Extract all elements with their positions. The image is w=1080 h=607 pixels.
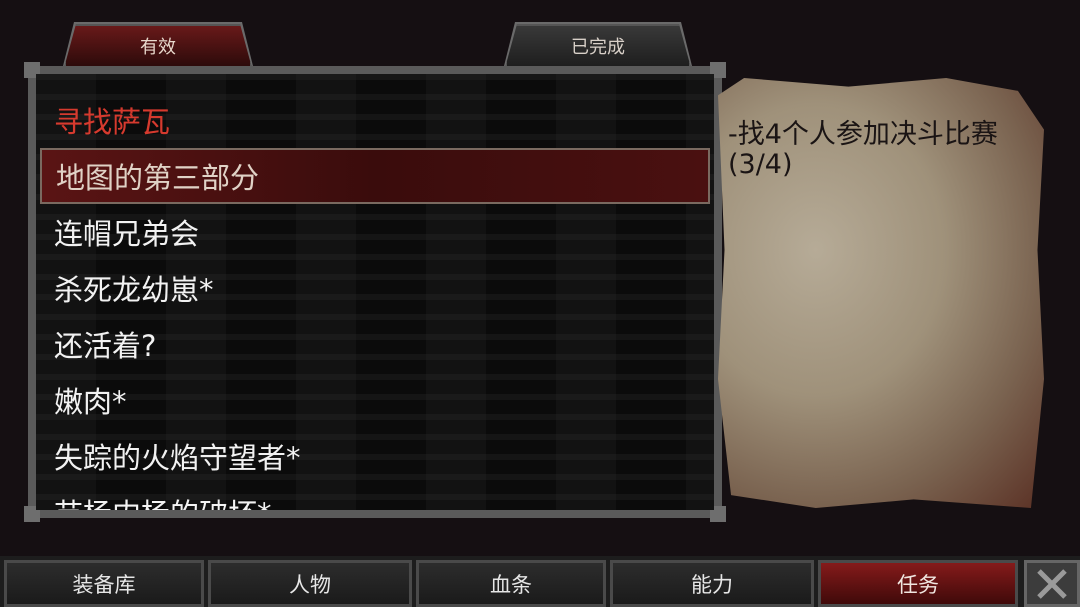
nav-quests-button[interactable]: 任务 (818, 560, 1018, 607)
quest-item[interactable]: 连帽兄弟会 (36, 204, 714, 260)
nav-label: 能力 (691, 572, 733, 597)
nav-label: 任务 (897, 572, 939, 597)
nav-label: 人物 (289, 572, 331, 597)
quest-detail-text: -找4个人参加决斗比赛 (3/4) (728, 119, 998, 180)
nav-inventory-button[interactable]: 装备库 (4, 560, 204, 607)
tab-active-label: 有效 (140, 37, 176, 58)
quest-item[interactable]: 还活着? (36, 316, 714, 372)
quest-label: 杀死龙幼崽* (54, 273, 214, 307)
quest-label: 寻找萨瓦 (54, 105, 171, 139)
nav-bloodline-button[interactable]: 血条 (416, 560, 606, 607)
quest-list-panel[interactable]: 寻找萨瓦 地图的第三部分 连帽兄弟会 杀死龙幼崽* 还活着? 嫩肉* 失踪的火焰… (36, 74, 714, 510)
nav-character-button[interactable]: 人物 (208, 560, 412, 607)
quest-label: 还活着? (54, 329, 157, 363)
quest-item[interactable]: 苗杨内杨的破坏* (36, 484, 714, 510)
tab-completed[interactable]: 已完成 (505, 24, 691, 68)
quest-item-selected[interactable]: 地图的第三部分 (40, 148, 710, 204)
nav-abilities-button[interactable]: 能力 (610, 560, 814, 607)
quest-label: 苗杨内杨的破坏* (54, 491, 272, 510)
tab-active[interactable]: 有效 (64, 24, 252, 68)
quest-label: 连帽兄弟会 (54, 217, 200, 251)
nav-label: 血条 (490, 572, 532, 597)
quest-item[interactable]: 失踪的火焰守望者* (36, 428, 714, 484)
quest-item[interactable]: 杀死龙幼崽* (36, 260, 714, 316)
quest-label: 地图的第三部分 (56, 161, 260, 195)
tab-completed-label: 已完成 (571, 37, 625, 58)
quest-item-header[interactable]: 寻找萨瓦 (36, 92, 714, 148)
quest-list[interactable]: 寻找萨瓦 地图的第三部分 连帽兄弟会 杀死龙幼崽* 还活着? 嫩肉* 失踪的火焰… (36, 92, 714, 510)
close-x-icon (1037, 568, 1067, 599)
nav-label: 装备库 (72, 572, 136, 597)
quest-label: 嫩肉* (54, 385, 127, 419)
close-button[interactable] (1024, 560, 1080, 607)
quest-label: 失踪的火焰守望者* (54, 441, 301, 475)
quest-item[interactable]: 嫩肉* (36, 372, 714, 428)
